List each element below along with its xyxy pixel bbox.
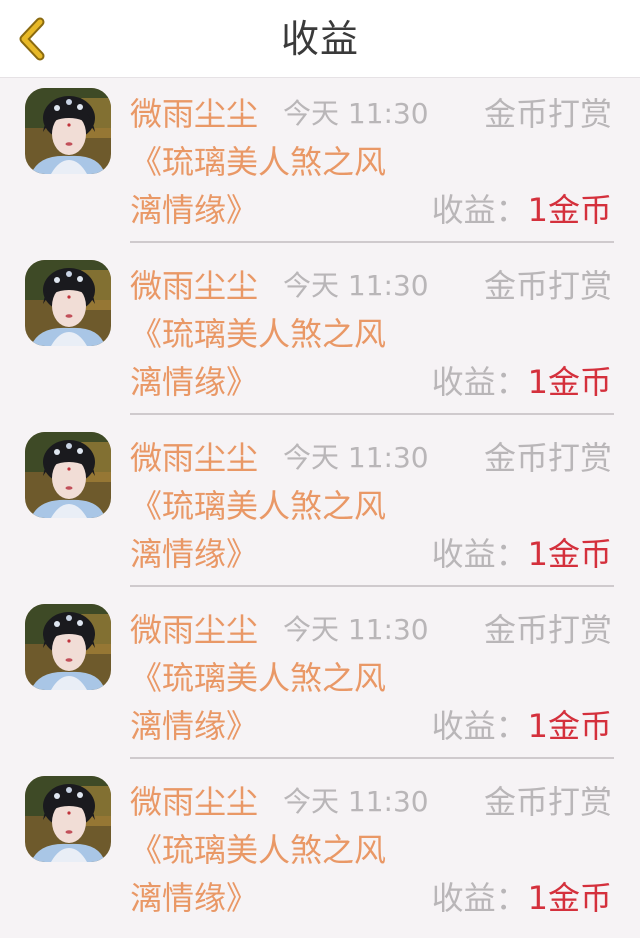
- income-amount: 收益：1金币: [432, 188, 612, 232]
- user-name[interactable]: 微雨尘尘: [130, 92, 258, 136]
- list-item[interactable]: 微雨尘尘 今天 11:30 金币打赏 《琉璃美人煞之风 漓情缘》 收益：1金币: [0, 250, 640, 422]
- book-title-line2[interactable]: 漓情缘》: [130, 360, 258, 404]
- earnings-list: 微雨尘尘 今天 11:30 金币打赏 《琉璃美人煞之风 漓情缘》 收益：1金币: [0, 78, 640, 938]
- income-label: 收益：: [431, 535, 528, 573]
- income-amount: 收益：1金币: [432, 360, 612, 404]
- income-label: 收益：: [431, 363, 528, 401]
- user-name[interactable]: 微雨尘尘: [130, 436, 258, 480]
- list-item[interactable]: 微雨尘尘 今天 11:30 金币打赏 《琉璃美人煞之风 漓情缘》 收益：1金币: [0, 766, 640, 938]
- income-value: 1金币: [527, 707, 612, 745]
- avatar-image: [25, 604, 111, 690]
- book-title-line2[interactable]: 漓情缘》: [130, 188, 258, 232]
- income-label: 收益：: [431, 191, 528, 229]
- reward-type: 金币打赏: [483, 611, 612, 649]
- book-title-line1[interactable]: 《琉璃美人煞之风: [130, 656, 386, 700]
- timestamp: 今天 11:30: [283, 785, 429, 818]
- timestamp: 今天 11:30: [283, 613, 429, 646]
- book-title-line2[interactable]: 漓情缘》: [130, 876, 258, 920]
- avatar-image: [25, 260, 111, 346]
- page-title: 收益: [280, 17, 359, 61]
- user-name[interactable]: 微雨尘尘: [130, 780, 258, 824]
- record-content: 微雨尘尘 今天 11:30 金币打赏 《琉璃美人煞之风 漓情缘》 收益：1金币: [130, 78, 614, 243]
- income-label: 收益：: [431, 707, 528, 745]
- avatar-image: [25, 432, 111, 518]
- list-item[interactable]: 微雨尘尘 今天 11:30 金币打赏 《琉璃美人煞之风 漓情缘》 收益：1金币: [0, 78, 640, 250]
- income-amount: 收益：1金币: [432, 532, 612, 576]
- avatar-image: [25, 776, 111, 862]
- timestamp: 今天 11:30: [283, 97, 429, 130]
- reward-type: 金币打赏: [483, 267, 612, 305]
- income-label: 收益：: [431, 879, 528, 917]
- reward-type: 金币打赏: [483, 95, 612, 133]
- income-amount: 收益：1金币: [432, 704, 612, 748]
- avatar[interactable]: [25, 776, 111, 862]
- list-item[interactable]: 微雨尘尘 今天 11:30 金币打赏 《琉璃美人煞之风 漓情缘》 收益：1金币: [0, 422, 640, 594]
- record-content: 微雨尘尘 今天 11:30 金币打赏 《琉璃美人煞之风 漓情缘》 收益：1金币: [130, 594, 614, 759]
- avatar-image: [25, 88, 111, 174]
- income-amount: 收益：1金币: [432, 876, 612, 920]
- top-bar: 收益: [0, 0, 640, 78]
- reward-type: 金币打赏: [483, 783, 612, 821]
- record-content: 微雨尘尘 今天 11:30 金币打赏 《琉璃美人煞之风 漓情缘》 收益：1金币: [130, 250, 614, 415]
- book-title-line1[interactable]: 《琉璃美人煞之风: [130, 484, 386, 528]
- income-value: 1金币: [527, 363, 612, 401]
- income-value: 1金币: [527, 535, 612, 573]
- avatar[interactable]: [25, 260, 111, 346]
- income-value: 1金币: [527, 191, 612, 229]
- record-content: 微雨尘尘 今天 11:30 金币打赏 《琉璃美人煞之风 漓情缘》 收益：1金币: [130, 422, 614, 587]
- avatar[interactable]: [25, 604, 111, 690]
- list-item[interactable]: 微雨尘尘 今天 11:30 金币打赏 《琉璃美人煞之风 漓情缘》 收益：1金币: [0, 594, 640, 766]
- book-title-line2[interactable]: 漓情缘》: [130, 704, 258, 748]
- book-title-line1[interactable]: 《琉璃美人煞之风: [130, 828, 386, 872]
- reward-type: 金币打赏: [483, 439, 612, 477]
- timestamp: 今天 11:30: [283, 441, 429, 474]
- record-content: 微雨尘尘 今天 11:30 金币打赏 《琉璃美人煞之风 漓情缘》 收益：1金币: [130, 766, 614, 929]
- income-value: 1金币: [527, 879, 612, 917]
- user-name[interactable]: 微雨尘尘: [130, 608, 258, 652]
- user-name[interactable]: 微雨尘尘: [130, 264, 258, 308]
- book-title-line2[interactable]: 漓情缘》: [130, 532, 258, 576]
- avatar[interactable]: [25, 432, 111, 518]
- book-title-line1[interactable]: 《琉璃美人煞之风: [130, 140, 386, 184]
- timestamp: 今天 11:30: [283, 269, 429, 302]
- avatar[interactable]: [25, 88, 111, 174]
- book-title-line1[interactable]: 《琉璃美人煞之风: [130, 312, 386, 356]
